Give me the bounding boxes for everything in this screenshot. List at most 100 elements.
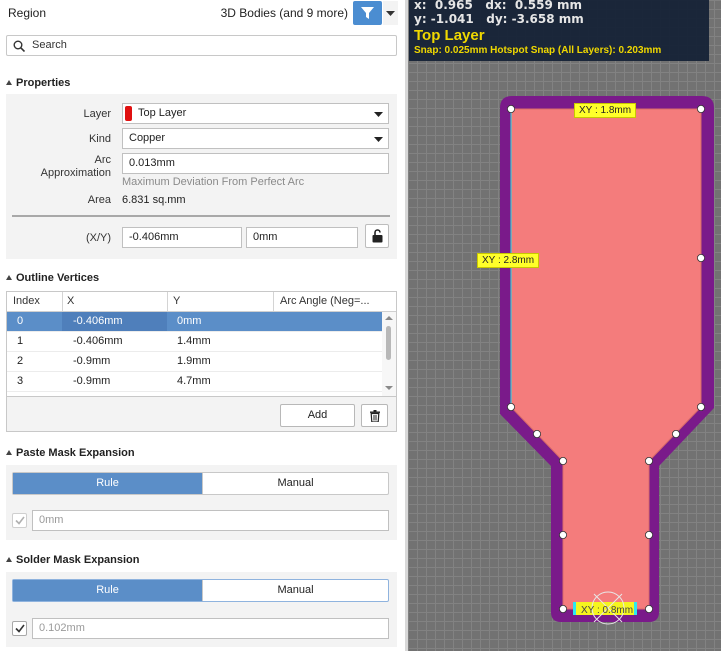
table-header: Index X Y Arc Angle (Neg=... (7, 292, 396, 312)
vertex-handle[interactable] (644, 531, 653, 540)
funnel-icon (361, 7, 374, 19)
arc-hint: Maximum Deviation From Perfect Arc (122, 176, 305, 188)
column-x[interactable]: X (67, 295, 74, 307)
vertex-handle[interactable] (507, 402, 516, 411)
cell-index: 1 (17, 335, 24, 347)
layer-color-swatch (125, 106, 132, 121)
column-arc-angle[interactable]: Arc Angle (Neg=... (280, 295, 370, 307)
section-outline-vertices[interactable]: Outline Vertices (6, 272, 99, 284)
vertex-handle[interactable] (696, 105, 705, 114)
collapse-triangle-icon (6, 80, 12, 85)
collapse-triangle-icon (6, 557, 12, 562)
scroll-thumb[interactable] (386, 326, 391, 360)
hud-snap: Snap: 0.025mm Hotspot Snap (All Layers):… (414, 45, 662, 56)
checkmark-icon (15, 624, 25, 633)
x-input[interactable]: -0.406mm (122, 227, 242, 248)
vertex-handle[interactable] (507, 105, 516, 114)
vertex-handle[interactable] (644, 605, 653, 614)
cell-index: 3 (17, 375, 24, 387)
filter-button[interactable] (353, 1, 382, 25)
arc-label-2: Approximation (40, 167, 111, 179)
area-label: Area (87, 194, 111, 206)
divider (12, 215, 390, 217)
hud-y-line: y: -1.041 dy: -3.658 mm (414, 12, 584, 26)
solder-mask-rule-button[interactable]: Rule (13, 580, 202, 601)
filter-dropdown-button[interactable] (383, 1, 398, 25)
chevron-down-icon (374, 137, 383, 142)
table-row[interactable]: 3 -0.9mm 4.7mm (7, 372, 382, 392)
vertex-handle[interactable] (696, 402, 705, 411)
y-input[interactable]: 0mm (246, 227, 358, 248)
paste-mask-checkbox[interactable] (12, 513, 27, 528)
delete-vertex-button[interactable] (361, 404, 388, 427)
solder-mask-manual-button[interactable]: Manual (202, 580, 388, 601)
vertex-handle[interactable] (533, 429, 542, 438)
section-solder-mask[interactable]: Solder Mask Expansion (6, 554, 139, 566)
copper-region[interactable] (510, 108, 702, 610)
solder-mask-checkbox[interactable] (12, 621, 27, 636)
collapse-triangle-icon (6, 275, 12, 280)
section-outline-label: Outline Vertices (16, 272, 100, 284)
paste-mask-toggle: Rule Manual (12, 472, 389, 495)
paste-mask-manual-button[interactable]: Manual (202, 473, 388, 494)
vertex-handle[interactable] (558, 456, 567, 465)
cell-index: 0 (17, 315, 24, 327)
column-y[interactable]: Y (173, 295, 180, 307)
filter-summary[interactable]: 3D Bodies (and 9 more) (221, 6, 348, 20)
hud-x-line: x: 0.965 dx: 0.559 mm (414, 0, 583, 12)
vertex-handle[interactable] (671, 429, 680, 438)
layer-select[interactable]: Top Layer (122, 103, 389, 124)
search-input[interactable]: Search (6, 35, 397, 56)
vertex-handle[interactable] (558, 605, 567, 614)
table-scrollbar[interactable] (382, 312, 396, 396)
paste-mask-value-input[interactable]: 0mm (32, 510, 389, 531)
cell-y[interactable]: 1.9mm (177, 355, 211, 367)
region-shape[interactable] (408, 0, 721, 651)
add-vertex-button[interactable]: Add (280, 404, 355, 427)
arc-approximation-input[interactable]: 0.013mm (122, 153, 389, 174)
table-row[interactable]: 2 -0.9mm 1.9mm (7, 352, 382, 372)
chevron-down-icon (386, 11, 395, 16)
properties-panel: Region 3D Bodies (and 9 more) Search Pro… (0, 0, 405, 651)
search-icon (13, 40, 25, 52)
table-row[interactable]: 0 -0.406mm 0mm (7, 312, 382, 332)
cell-y[interactable]: 4.7mm (177, 375, 211, 387)
dimension-label-side: XY : 2.8mm (477, 253, 540, 268)
trash-icon (370, 410, 380, 422)
paste-mask-rule-button[interactable]: Rule (13, 473, 202, 494)
vertex-handle[interactable] (644, 456, 653, 465)
cell-x[interactable]: -0.406mm (73, 315, 123, 327)
vertex-handle[interactable] (696, 253, 705, 262)
kind-select[interactable]: Copper (122, 128, 389, 149)
section-properties[interactable]: Properties (6, 77, 70, 89)
layer-value: Top Layer (138, 107, 187, 119)
cell-x[interactable]: -0.9mm (73, 375, 110, 387)
cell-y[interactable]: 1.4mm (177, 335, 211, 347)
coordinate-hud: x: 0.965 dx: 0.559 mm y: -1.041 dy: -3.6… (409, 0, 709, 61)
pcb-canvas[interactable]: XY : 1.8mm XY : 2.8mm XY : 0.8mm (408, 0, 721, 651)
scroll-up-icon[interactable] (385, 316, 393, 320)
section-paste-mask[interactable]: Paste Mask Expansion (6, 447, 135, 459)
unlock-icon (372, 229, 383, 243)
hud-layer: Top Layer (414, 27, 485, 44)
solder-mask-toggle: Rule Manual (12, 579, 389, 602)
column-index[interactable]: Index (13, 295, 40, 307)
checkmark-icon (15, 516, 25, 525)
search-placeholder: Search (32, 39, 67, 51)
area-value: 6.831 sq.mm (122, 194, 186, 206)
panel-title: Region (8, 6, 47, 20)
cell-x[interactable]: -0.9mm (73, 355, 110, 367)
layer-label: Layer (83, 108, 111, 120)
cell-x[interactable]: -0.406mm (73, 335, 123, 347)
collapse-triangle-icon (6, 450, 12, 455)
chevron-down-icon (374, 112, 383, 117)
scroll-down-icon[interactable] (385, 386, 393, 390)
table-row[interactable]: 1 -0.406mm 1.4mm (7, 332, 382, 352)
dimension-label-bottom: XY : 0.8mm (581, 605, 634, 616)
vertex-handle[interactable] (558, 531, 567, 540)
kind-label: Kind (88, 133, 111, 145)
lock-button[interactable] (365, 224, 389, 248)
dimension-label-top: XY : 1.8mm (574, 103, 637, 118)
solder-mask-value-input[interactable]: 0.102mm (32, 618, 389, 639)
cell-y[interactable]: 0mm (177, 315, 201, 327)
